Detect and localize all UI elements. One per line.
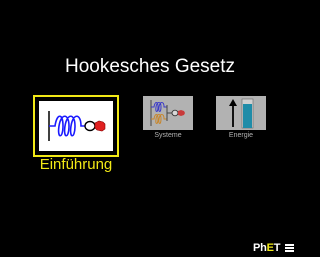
screen-button-intro[interactable]: Einführung <box>33 95 119 177</box>
spring-single-icon <box>39 101 113 151</box>
screen-label-intro: Einführung <box>39 156 113 173</box>
energy-bar-icon <box>216 96 266 130</box>
screen-label-energy: Energie <box>228 132 254 139</box>
phet-logo[interactable]: PhET <box>253 241 281 255</box>
home-screen: Hookesches Gesetz Einführung Systeme Ene… <box>0 0 300 257</box>
screen-label-systems: Systeme <box>154 132 182 139</box>
hamburger-menu-icon[interactable] <box>285 244 294 252</box>
sim-title: Hookesches Gesetz <box>64 56 236 77</box>
screen-button-systems[interactable]: Systeme <box>143 96 193 142</box>
logo-part-ph: Ph <box>253 242 267 254</box>
selected-frame <box>33 95 119 157</box>
screen-button-energy[interactable]: Energie <box>216 96 266 142</box>
spring-systems-icon <box>143 96 193 130</box>
logo-part-e: E <box>266 242 274 254</box>
logo-part-t: T <box>273 242 281 254</box>
